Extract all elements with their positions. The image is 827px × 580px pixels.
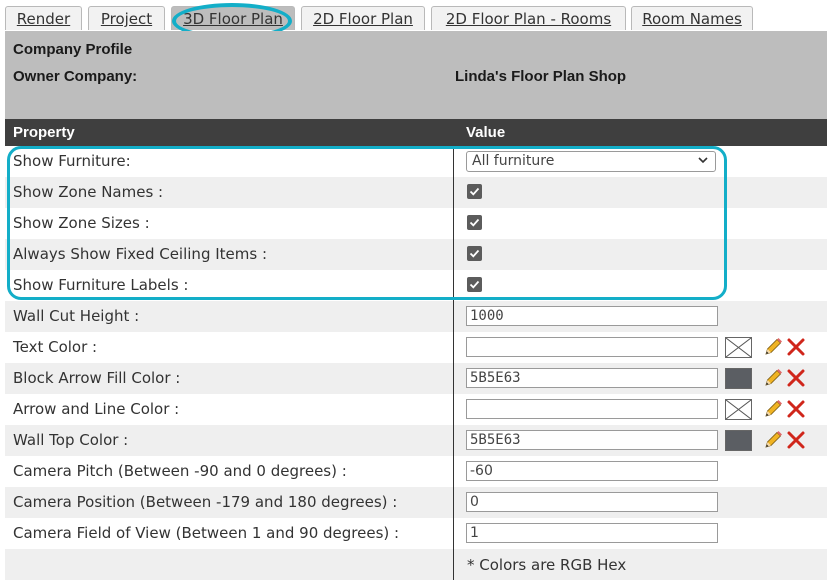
red-x-icon[interactable] xyxy=(786,337,806,357)
property-label: Camera Position (Between -179 and 180 de… xyxy=(13,493,398,511)
block-arrow-fill-color-input[interactable]: 5B5E63 xyxy=(466,368,718,388)
table-row: Always Show Fixed Ceiling Items : xyxy=(5,239,827,270)
camera-pitch-input[interactable]: -60 xyxy=(466,461,718,481)
property-label: Text Color : xyxy=(13,338,98,356)
column-divider xyxy=(453,146,454,580)
property-label: Camera Field of View (Between 1 and 90 d… xyxy=(13,524,400,542)
show-zone-sizes-checkbox[interactable] xyxy=(467,215,482,230)
table-row: Show Furniture: All furniture xyxy=(5,146,827,177)
select-value: All furniture xyxy=(472,153,555,169)
arrow-and-line-color-input[interactable] xyxy=(466,399,718,419)
chevron-down-icon xyxy=(697,153,709,172)
red-x-icon[interactable] xyxy=(786,399,806,419)
show-furniture-labels-checkbox[interactable] xyxy=(467,277,482,292)
company-header: Company Profile Owner Company: Linda's F… xyxy=(5,31,827,119)
pencil-icon[interactable] xyxy=(762,398,784,420)
color-swatch[interactable] xyxy=(725,368,752,389)
table-row: Show Zone Names : xyxy=(5,177,827,208)
property-label: Wall Top Color : xyxy=(13,431,129,449)
property-label: Show Furniture: xyxy=(13,152,131,170)
owner-company-label: Owner Company: xyxy=(13,68,138,85)
table-row: Block Arrow Fill Color : 5B5E63 xyxy=(5,363,827,394)
property-label: Always Show Fixed Ceiling Items : xyxy=(13,245,268,263)
property-label: Show Furniture Labels : xyxy=(13,276,189,294)
crossed-box-icon[interactable] xyxy=(725,337,752,358)
wall-top-color-input[interactable]: 5B5E63 xyxy=(466,430,718,450)
table-row: Camera Field of View (Between 1 and 90 d… xyxy=(5,518,827,549)
table-row: Camera Pitch (Between -90 and 0 degrees)… xyxy=(5,456,827,487)
table-row: Wall Cut Height : 1000 xyxy=(5,301,827,332)
table-footer-row xyxy=(5,549,827,580)
table-row: Arrow and Line Color : xyxy=(5,394,827,425)
show-zone-names-checkbox[interactable] xyxy=(467,184,482,199)
show-furniture-select[interactable]: All furniture xyxy=(466,151,716,172)
tab-2d-floor-plan[interactable]: 2D Floor Plan xyxy=(301,6,425,30)
table-header: Property Value xyxy=(5,119,827,146)
table-row: Show Furniture Labels : xyxy=(5,270,827,301)
property-label: Show Zone Names : xyxy=(13,183,164,201)
pencil-icon[interactable] xyxy=(762,336,784,358)
camera-field-of-view-input[interactable]: 1 xyxy=(466,523,718,543)
property-label: Block Arrow Fill Color : xyxy=(13,369,181,387)
pencil-icon[interactable] xyxy=(762,429,784,451)
table-row: Camera Position (Between -179 and 180 de… xyxy=(5,487,827,518)
tab-project[interactable]: Project xyxy=(88,6,165,30)
camera-position-input[interactable]: 0 xyxy=(466,492,718,512)
crossed-box-icon[interactable] xyxy=(725,399,752,420)
column-value: Value xyxy=(466,124,506,141)
property-label: Wall Cut Height : xyxy=(13,307,140,325)
tab-3d-floor-plan[interactable]: 3D Floor Plan xyxy=(171,6,295,30)
red-x-icon[interactable] xyxy=(786,430,806,450)
column-property: Property xyxy=(13,124,75,141)
property-label: Arrow and Line Color : xyxy=(13,400,180,418)
red-x-icon[interactable] xyxy=(786,368,806,388)
pencil-icon[interactable] xyxy=(762,367,784,389)
table-row: Wall Top Color : 5B5E63 xyxy=(5,425,827,456)
tab-room-names[interactable]: Room Names xyxy=(631,6,753,30)
tab-2d-floor-plan-rooms[interactable]: 2D Floor Plan - Rooms xyxy=(431,6,626,30)
tab-render[interactable]: Render xyxy=(5,6,82,30)
colors-note: * Colors are RGB Hex xyxy=(467,556,627,574)
tab-bar: Render Project 3D Floor Plan 2D Floor Pl… xyxy=(0,0,827,39)
company-profile-title: Company Profile xyxy=(13,41,133,58)
color-swatch[interactable] xyxy=(725,430,752,451)
always-show-fixed-ceiling-items-checkbox[interactable] xyxy=(467,246,482,261)
wall-cut-height-input[interactable]: 1000 xyxy=(466,306,718,326)
property-label: Camera Pitch (Between -90 and 0 degrees)… xyxy=(13,462,347,480)
table-row: Text Color : xyxy=(5,332,827,363)
owner-company-value: Linda's Floor Plan Shop xyxy=(455,68,627,85)
property-label: Show Zone Sizes : xyxy=(13,214,150,232)
text-color-input[interactable] xyxy=(466,337,718,357)
table-row: Show Zone Sizes : xyxy=(5,208,827,239)
